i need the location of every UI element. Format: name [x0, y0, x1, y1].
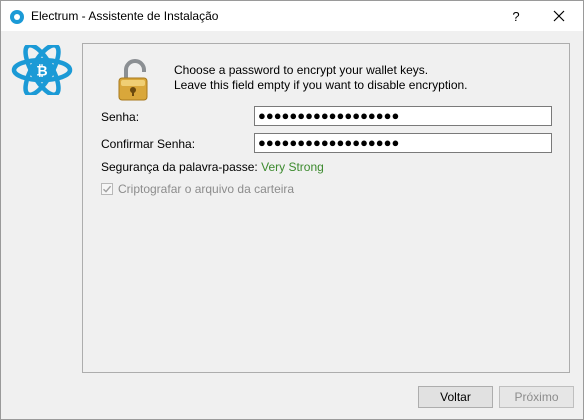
electrum-icon — [10, 10, 24, 24]
confirm-password-field[interactable]: ●●●●●●●●●●●●●●●●●● — [254, 133, 552, 153]
message-line-2: Leave this field empty if you want to di… — [174, 78, 468, 92]
password-strength: Segurança da palavra-passe: Very Strong — [101, 160, 324, 174]
installation-wizard-window: Electrum - Assistente de Instalação ? ₿ … — [0, 0, 584, 420]
close-button[interactable] — [539, 1, 579, 31]
confirm-password-label: Confirmar Senha: — [101, 137, 196, 151]
close-icon — [553, 10, 565, 22]
electrum-logo: ₿ — [11, 45, 73, 95]
password-label: Senha: — [101, 110, 140, 124]
padlock-icon — [118, 59, 148, 101]
password-field[interactable]: ●●●●●●●●●●●●●●●●●● — [254, 106, 552, 126]
strength-value: Very Strong — [261, 160, 324, 174]
message-line-1: Choose a password to encrypt your wallet… — [174, 63, 429, 77]
encrypt-wallet-option[interactable]: Criptografar o arquivo da carteira — [101, 182, 294, 196]
svg-text:₿: ₿ — [36, 64, 47, 80]
encryption-message: Choose a password to encrypt your wallet… — [174, 63, 468, 93]
strength-label: Segurança da palavra-passe: — [101, 160, 258, 174]
help-button[interactable]: ? — [501, 1, 531, 31]
checkmark-icon — [103, 185, 112, 193]
encrypt-wallet-label: Criptografar o arquivo da carteira — [118, 182, 295, 196]
next-button[interactable]: Próximo — [499, 386, 574, 408]
password-panel: Choose a password to encrypt your wallet… — [82, 43, 570, 373]
title-bar[interactable]: Electrum - Assistente de Instalação ? — [1, 1, 583, 31]
encrypt-wallet-checkbox[interactable] — [101, 183, 113, 195]
window-title: Electrum - Assistente de Instalação — [31, 9, 219, 23]
back-button[interactable]: Voltar — [418, 386, 493, 408]
